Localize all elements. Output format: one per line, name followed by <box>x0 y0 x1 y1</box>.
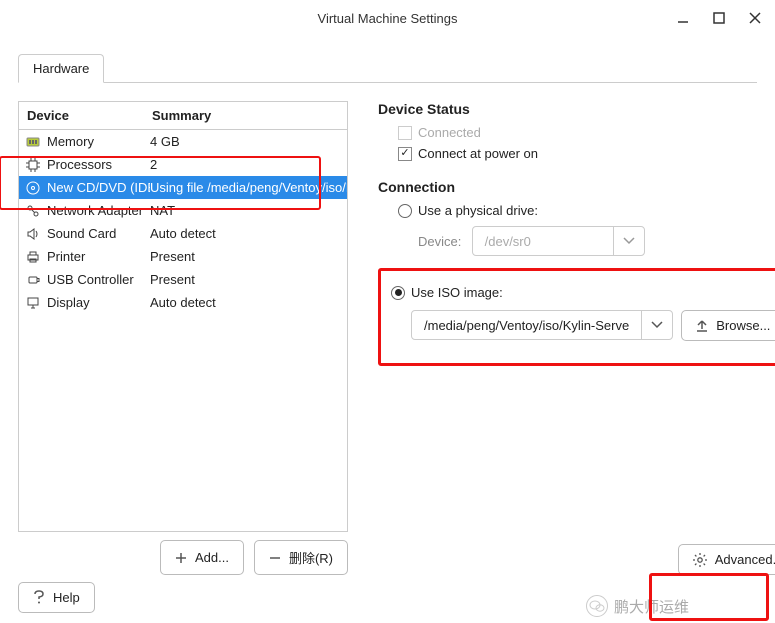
help-label: Help <box>53 590 80 605</box>
device-name: Sound Card <box>47 226 150 241</box>
table-row[interactable]: Sound CardAuto detect <box>19 222 347 245</box>
add-button[interactable]: Add... <box>160 540 244 575</box>
advanced-button[interactable]: Advanced... <box>678 544 775 575</box>
plus-icon <box>175 552 187 564</box>
maximize-button[interactable] <box>703 4 735 32</box>
help-icon <box>33 591 45 605</box>
net-icon <box>25 203 41 219</box>
sound-icon <box>25 226 41 242</box>
device-summary: Present <box>150 249 347 264</box>
add-label: Add... <box>195 550 229 565</box>
device-name: USB Controller <box>47 272 150 287</box>
use-physical-label: Use a physical drive: <box>418 203 538 218</box>
table-row[interactable]: New CD/DVD (IDE)Using file /media/peng/V… <box>19 176 347 199</box>
device-summary: Auto detect <box>150 226 347 241</box>
gear-icon <box>693 553 707 567</box>
connect-poweron-label: Connect at power on <box>418 146 538 161</box>
table-row[interactable]: Network AdapterNAT <box>19 199 347 222</box>
use-iso-label: Use ISO image: <box>411 285 503 300</box>
device-summary: Present <box>150 272 347 287</box>
col-device: Device <box>19 102 144 129</box>
col-summary: Summary <box>144 102 219 129</box>
help-button[interactable]: Help <box>18 582 95 613</box>
watermark-text: 鹏大师运维 <box>614 596 689 617</box>
use-physical-radio[interactable] <box>398 204 412 218</box>
display-icon <box>25 295 41 311</box>
minimize-button[interactable] <box>667 4 699 32</box>
iso-path-select[interactable]: /media/peng/Ventoy/iso/Kylin-Serve <box>411 310 673 340</box>
connected-checkbox <box>398 126 412 140</box>
table-row[interactable]: Memory4 GB <box>19 130 347 153</box>
device-name: Memory <box>47 134 150 149</box>
device-name: Display <box>47 295 150 310</box>
advanced-label: Advanced... <box>715 552 775 567</box>
remove-label: 删除(R) <box>289 548 333 567</box>
iso-path-value: /media/peng/Ventoy/iso/Kylin-Serve <box>412 318 641 333</box>
device-summary: Auto detect <box>150 295 347 310</box>
use-iso-radio[interactable] <box>391 286 405 300</box>
chevron-down-icon <box>613 227 644 255</box>
physical-device-select: /dev/sr0 <box>472 226 645 256</box>
chevron-down-icon[interactable] <box>641 311 672 339</box>
watermark: 鹏大师运维 <box>586 595 689 617</box>
table-row[interactable]: USB ControllerPresent <box>19 268 347 291</box>
device-summary: 4 GB <box>150 134 347 149</box>
wechat-icon <box>586 595 608 617</box>
device-table: Device Summary Memory4 GBProcessors2New … <box>18 101 348 532</box>
connection-title: Connection <box>378 179 775 195</box>
remove-button[interactable]: 删除(R) <box>254 540 348 575</box>
table-row[interactable]: DisplayAuto detect <box>19 291 347 314</box>
mem-icon <box>25 134 41 150</box>
highlight-iso-section: Use ISO image: /media/peng/Ventoy/iso/Ky… <box>378 268 775 366</box>
device-name: New CD/DVD (IDE) <box>47 180 150 195</box>
device-summary: 2 <box>150 157 347 172</box>
close-button[interactable] <box>739 4 771 32</box>
cpu-icon <box>25 157 41 173</box>
device-name: Processors <box>47 157 150 172</box>
browse-label: Browse... <box>716 318 770 333</box>
window-title: Virtual Machine Settings <box>318 11 458 26</box>
connected-label: Connected <box>418 125 481 140</box>
table-row[interactable]: Processors2 <box>19 153 347 176</box>
tab-hardware[interactable]: Hardware <box>18 54 104 83</box>
device-status-title: Device Status <box>378 101 775 117</box>
device-label: Device: <box>418 234 468 249</box>
printer-icon <box>25 249 41 265</box>
usb-icon <box>25 272 41 288</box>
device-name: Printer <box>47 249 150 264</box>
browse-button[interactable]: Browse... <box>681 310 775 341</box>
upload-icon <box>696 320 708 332</box>
connect-poweron-checkbox[interactable] <box>398 147 412 161</box>
device-summary: NAT <box>150 203 347 218</box>
cd-icon <box>25 180 41 196</box>
device-name: Network Adapter <box>47 203 150 218</box>
device-summary: Using file /media/peng/Ventoy/iso/Kyli… <box>150 180 347 195</box>
table-row[interactable]: PrinterPresent <box>19 245 347 268</box>
minus-icon <box>269 552 281 564</box>
physical-device-value: /dev/sr0 <box>473 234 613 249</box>
